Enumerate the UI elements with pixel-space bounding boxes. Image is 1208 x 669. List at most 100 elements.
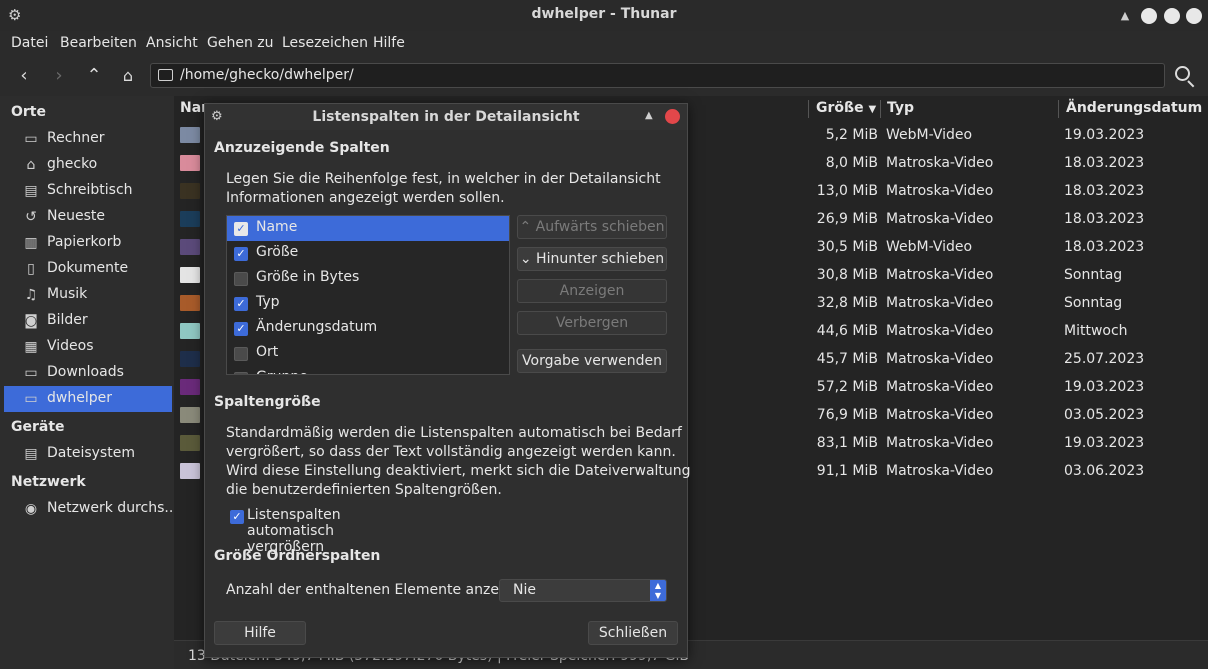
column-option-checkbox[interactable]: ✓: [234, 222, 248, 236]
menu-bearbeiten[interactable]: Bearbeiten: [60, 35, 137, 51]
minimize-button[interactable]: [1141, 8, 1157, 24]
menu-datei[interactable]: Datei: [11, 35, 48, 51]
file-date: 19.03.2023: [1064, 379, 1145, 395]
sidebar-item-label: Bilder: [47, 312, 88, 328]
file-type: Matroska-Video: [886, 379, 994, 395]
file-type: WebM-Video: [886, 239, 973, 255]
location-path[interactable]: /home/ghecko/dwhelper/: [180, 67, 354, 83]
sidebar-item-musik[interactable]: ♫ Musik: [4, 282, 172, 308]
dialog-title-bar: ⚙ Listenspalten in der Detailansicht ▲: [205, 104, 687, 130]
search-icon[interactable]: [1173, 64, 1197, 88]
visible-columns-description-2: Informationen angezeigt werden sollen.: [226, 190, 505, 206]
location-bar[interactable]: /home/ghecko/dwhelper/: [150, 63, 1165, 88]
file-size: 26,9 MiB: [816, 211, 878, 227]
dialog-shade-icon[interactable]: ▲: [645, 110, 653, 121]
computer-icon: ▭: [24, 131, 38, 147]
menu-ansicht[interactable]: Ansicht: [146, 35, 198, 51]
menu-lesezeichen[interactable]: Lesezeichen: [282, 35, 368, 51]
close-button[interactable]: Schließen: [588, 621, 678, 645]
column-option[interactable]: Gruppe: [227, 366, 509, 374]
auto-resize-checkbox[interactable]: ✓: [230, 510, 244, 524]
column-option-checkbox[interactable]: [234, 272, 248, 286]
sidebar-item-bilder[interactable]: ◙ Bilder: [4, 308, 172, 334]
column-option[interactable]: ✓ Änderungsdatum: [227, 316, 509, 341]
video-thumbnail: [180, 295, 200, 311]
sidebar-item-videos[interactable]: ▦ Videos: [4, 334, 172, 360]
column-option[interactable]: Ort: [227, 341, 509, 366]
file-type: Matroska-Video: [886, 267, 994, 283]
sidebar-item-neueste[interactable]: ↺ Neueste: [4, 204, 172, 230]
video-thumbnail: [180, 211, 200, 227]
sidebar-item-label: Schreibtisch: [47, 182, 133, 198]
sidebar-item-dateisystem[interactable]: ▤ Dateisystem: [4, 441, 172, 467]
sidebar-item-downloads[interactable]: ▭ Downloads: [4, 360, 172, 386]
sidebar-item-dwhelper[interactable]: ▭ dwhelper: [4, 386, 172, 412]
maximize-button[interactable]: [1164, 8, 1180, 24]
show-button[interactable]: Anzeigen: [517, 279, 667, 303]
file-date: 18.03.2023: [1064, 211, 1145, 227]
file-date: Sonntag: [1064, 267, 1123, 283]
column-option[interactable]: Größe in Bytes: [227, 266, 509, 291]
history-icon: ↺: [25, 209, 37, 225]
move-down-button[interactable]: ⌄ Hinunter schieben: [517, 247, 667, 271]
column-option-checkbox[interactable]: [234, 372, 248, 374]
forward-icon[interactable]: ›: [48, 65, 70, 87]
folder-count-select[interactable]: Nie ▲ ▼: [499, 579, 667, 602]
menu-bar: Datei Bearbeiten Ansicht Gehen zu Leseze…: [0, 31, 1208, 56]
file-size: 8,0 MiB: [825, 155, 878, 171]
use-default-button[interactable]: Vorgabe verwenden: [517, 349, 667, 373]
file-size: 45,7 MiB: [816, 351, 878, 367]
drive-icon: ▤: [24, 446, 38, 462]
column-option[interactable]: ✓ Typ: [227, 291, 509, 316]
sidebar-section-netzwerk: Netzwerk: [11, 474, 86, 490]
sidebar-item-papierkorb[interactable]: ▥ Papierkorb: [4, 230, 172, 256]
sidebar-item-rechner[interactable]: ▭ Rechner: [4, 126, 172, 152]
help-button[interactable]: Hilfe: [214, 621, 306, 645]
column-size-description-3: Wird diese Einstellung deaktiviert, merk…: [226, 463, 691, 479]
file-size: 44,6 MiB: [816, 323, 878, 339]
home-icon[interactable]: ⌂: [117, 65, 139, 87]
sidebar-item-label: Musik: [47, 286, 88, 302]
download-icon: ▭: [24, 365, 38, 381]
back-icon[interactable]: ‹: [13, 65, 35, 87]
column-option[interactable]: ✓ Name: [227, 216, 509, 241]
column-separator: [1058, 100, 1059, 118]
video-thumbnail: [180, 239, 200, 255]
menu-gehen-zu[interactable]: Gehen zu: [207, 35, 274, 51]
column-header-size[interactable]: Größe ▼: [816, 96, 876, 122]
column-option-checkbox[interactable]: ✓: [234, 322, 248, 336]
column-option-checkbox[interactable]: ✓: [234, 297, 248, 311]
column-header-type[interactable]: Typ: [887, 96, 914, 122]
video-thumbnail: [180, 351, 200, 367]
video-thumbnail: [180, 127, 200, 143]
column-header-size-label: Größe: [816, 100, 864, 116]
menu-hilfe[interactable]: Hilfe: [373, 35, 405, 51]
sidebar-item-schreibtisch[interactable]: ▤ Schreibtisch: [4, 178, 172, 204]
dialog-close-button[interactable]: [665, 109, 680, 124]
column-option-checkbox[interactable]: [234, 347, 248, 361]
file-type: Matroska-Video: [886, 155, 994, 171]
sidebar-item-label: Neueste: [47, 208, 105, 224]
column-header-date[interactable]: Änderungsdatum: [1066, 96, 1202, 122]
column-list[interactable]: ✓ Name ✓ Größe Größe in Bytes ✓ Typ ✓ Änderungsd…: [226, 215, 510, 375]
sidebar-item-netzwerk[interactable]: ◉ Netzwerk durchs...: [4, 496, 178, 522]
column-separator: [880, 100, 881, 118]
hide-button[interactable]: Verbergen: [517, 311, 667, 335]
sidebar-item-dokumente[interactable]: ▯ Dokumente: [4, 256, 172, 282]
column-option[interactable]: ✓ Größe: [227, 241, 509, 266]
file-size: 76,9 MiB: [816, 407, 878, 423]
file-type: Matroska-Video: [886, 183, 994, 199]
column-option-checkbox[interactable]: ✓: [234, 247, 248, 261]
column-size-description-2: vergrößert, so dass der Text vollständig…: [226, 444, 676, 460]
home-icon: ⌂: [26, 157, 36, 173]
parent-folder-icon[interactable]: ⌃: [83, 65, 105, 87]
sidebar-section-orte: Orte: [11, 104, 46, 120]
window-shade-icon[interactable]: ▲: [1117, 8, 1133, 24]
sidebar-item-ghecko[interactable]: ⌂ ghecko: [4, 152, 172, 178]
move-up-button[interactable]: ⌃ Aufwärts schieben: [517, 215, 667, 239]
film-icon: ▦: [24, 339, 38, 355]
file-type: WebM-Video: [886, 127, 973, 143]
chevron-up-icon: ⌃: [519, 219, 532, 235]
video-thumbnail: [180, 183, 200, 199]
close-window-button[interactable]: [1186, 8, 1202, 24]
